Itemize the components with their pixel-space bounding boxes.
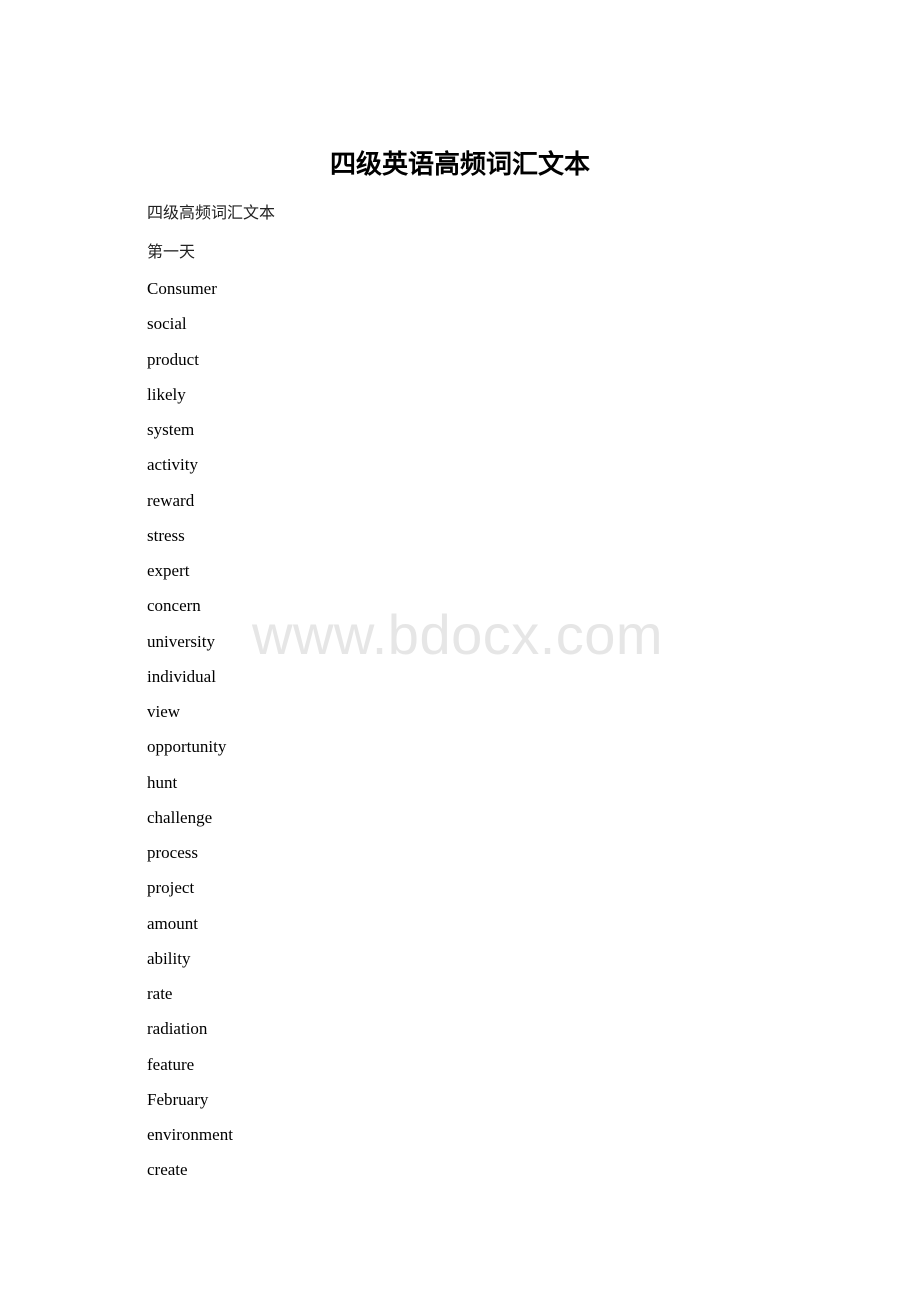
word-item: project	[147, 878, 195, 897]
document-title: 四级英语高频词汇文本	[329, 150, 590, 180]
word-item: feature	[147, 1055, 195, 1074]
document-page: 四级英语高频词汇文本 四级高频词汇文本 第一天 Consumer social pr…	[0, 0, 920, 1302]
word-item: rate	[147, 984, 173, 1003]
word-item: individual	[147, 667, 216, 686]
watermark: www.bdocx.com	[252, 603, 664, 666]
word-item: ability	[147, 949, 191, 968]
word-item: amount	[147, 914, 198, 933]
word-item: reward	[147, 491, 195, 510]
subtitle: 四级高频词汇文本	[147, 203, 276, 222]
word-item: environment	[147, 1125, 233, 1144]
word-item: system	[147, 420, 195, 439]
word-item: process	[147, 843, 198, 862]
word-item: social	[147, 314, 187, 333]
word-item: opportunity	[147, 737, 227, 756]
word-item: likely	[147, 385, 186, 404]
word-item: view	[147, 702, 181, 721]
word-item: hunt	[147, 773, 178, 792]
word-item: challenge	[147, 808, 213, 827]
word-item: concern	[147, 596, 201, 615]
word-item: Consumer	[147, 279, 217, 298]
word-item: university	[147, 632, 215, 651]
day-heading: 第一天	[147, 242, 196, 261]
word-item: February	[147, 1090, 209, 1109]
word-item: radiation	[147, 1019, 208, 1038]
word-item: create	[147, 1160, 188, 1179]
word-item: activity	[147, 455, 198, 474]
word-item: stress	[147, 526, 185, 545]
word-item: expert	[147, 561, 190, 580]
word-item: product	[147, 350, 199, 369]
